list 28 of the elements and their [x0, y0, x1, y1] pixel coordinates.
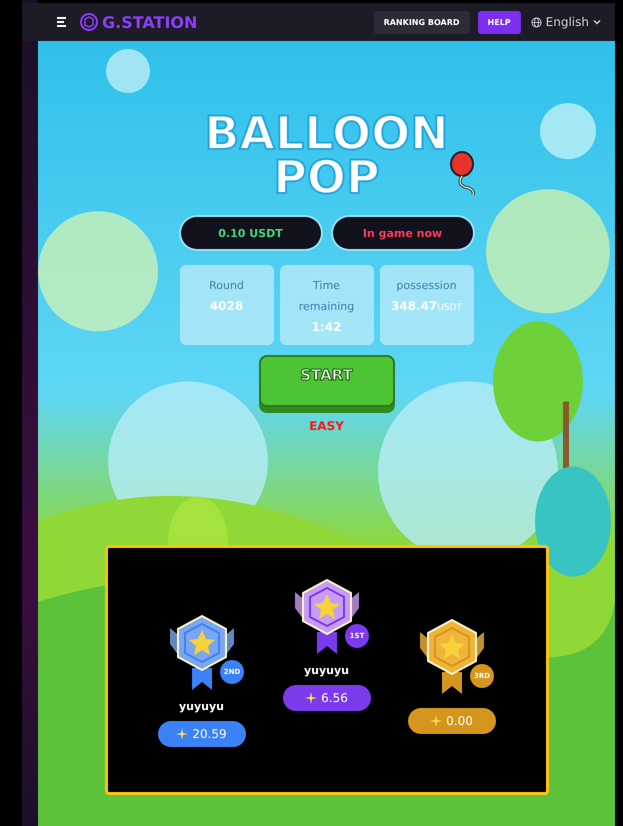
stat-value: 4028 — [210, 298, 244, 315]
header-button[interactable]: HELP — [478, 10, 521, 34]
score-pill: 20.59 — [158, 721, 246, 747]
header-button[interactable]: RANKING BOARD — [374, 10, 470, 34]
stat-label: Round — [209, 278, 244, 294]
logo-text[interactable]: G.STATION — [102, 12, 198, 32]
stat-value: 1:42 — [312, 319, 342, 336]
bubble-drawing — [106, 49, 150, 94]
entry-fee: 0.10 USDT — [180, 217, 320, 249]
score-pill: 0.00 — [408, 708, 496, 734]
sparkle-icon — [176, 728, 188, 740]
sparkle-icon — [430, 715, 442, 727]
stat-label: Time remaining — [298, 278, 356, 315]
chevron-icon — [593, 18, 601, 26]
stat-value: 348.47USDT — [390, 298, 462, 315]
player-name: yuyuyu — [304, 664, 349, 677]
globe-icon — [530, 16, 542, 28]
menu-icon[interactable] — [57, 17, 66, 27]
game-status: In game now — [332, 217, 472, 249]
language-selector[interactable]: English — [528, 15, 603, 29]
logo-icon — [80, 13, 98, 31]
bubble-drawing — [540, 103, 596, 160]
difficulty-label: EASY — [309, 419, 344, 433]
game-title: BALLOON POP — [204, 111, 449, 199]
stat-label: possession — [396, 278, 457, 294]
sparkle-icon — [305, 692, 318, 704]
player-name: yuyuyu — [178, 700, 224, 713]
score-pill: 6.56 — [282, 685, 370, 711]
